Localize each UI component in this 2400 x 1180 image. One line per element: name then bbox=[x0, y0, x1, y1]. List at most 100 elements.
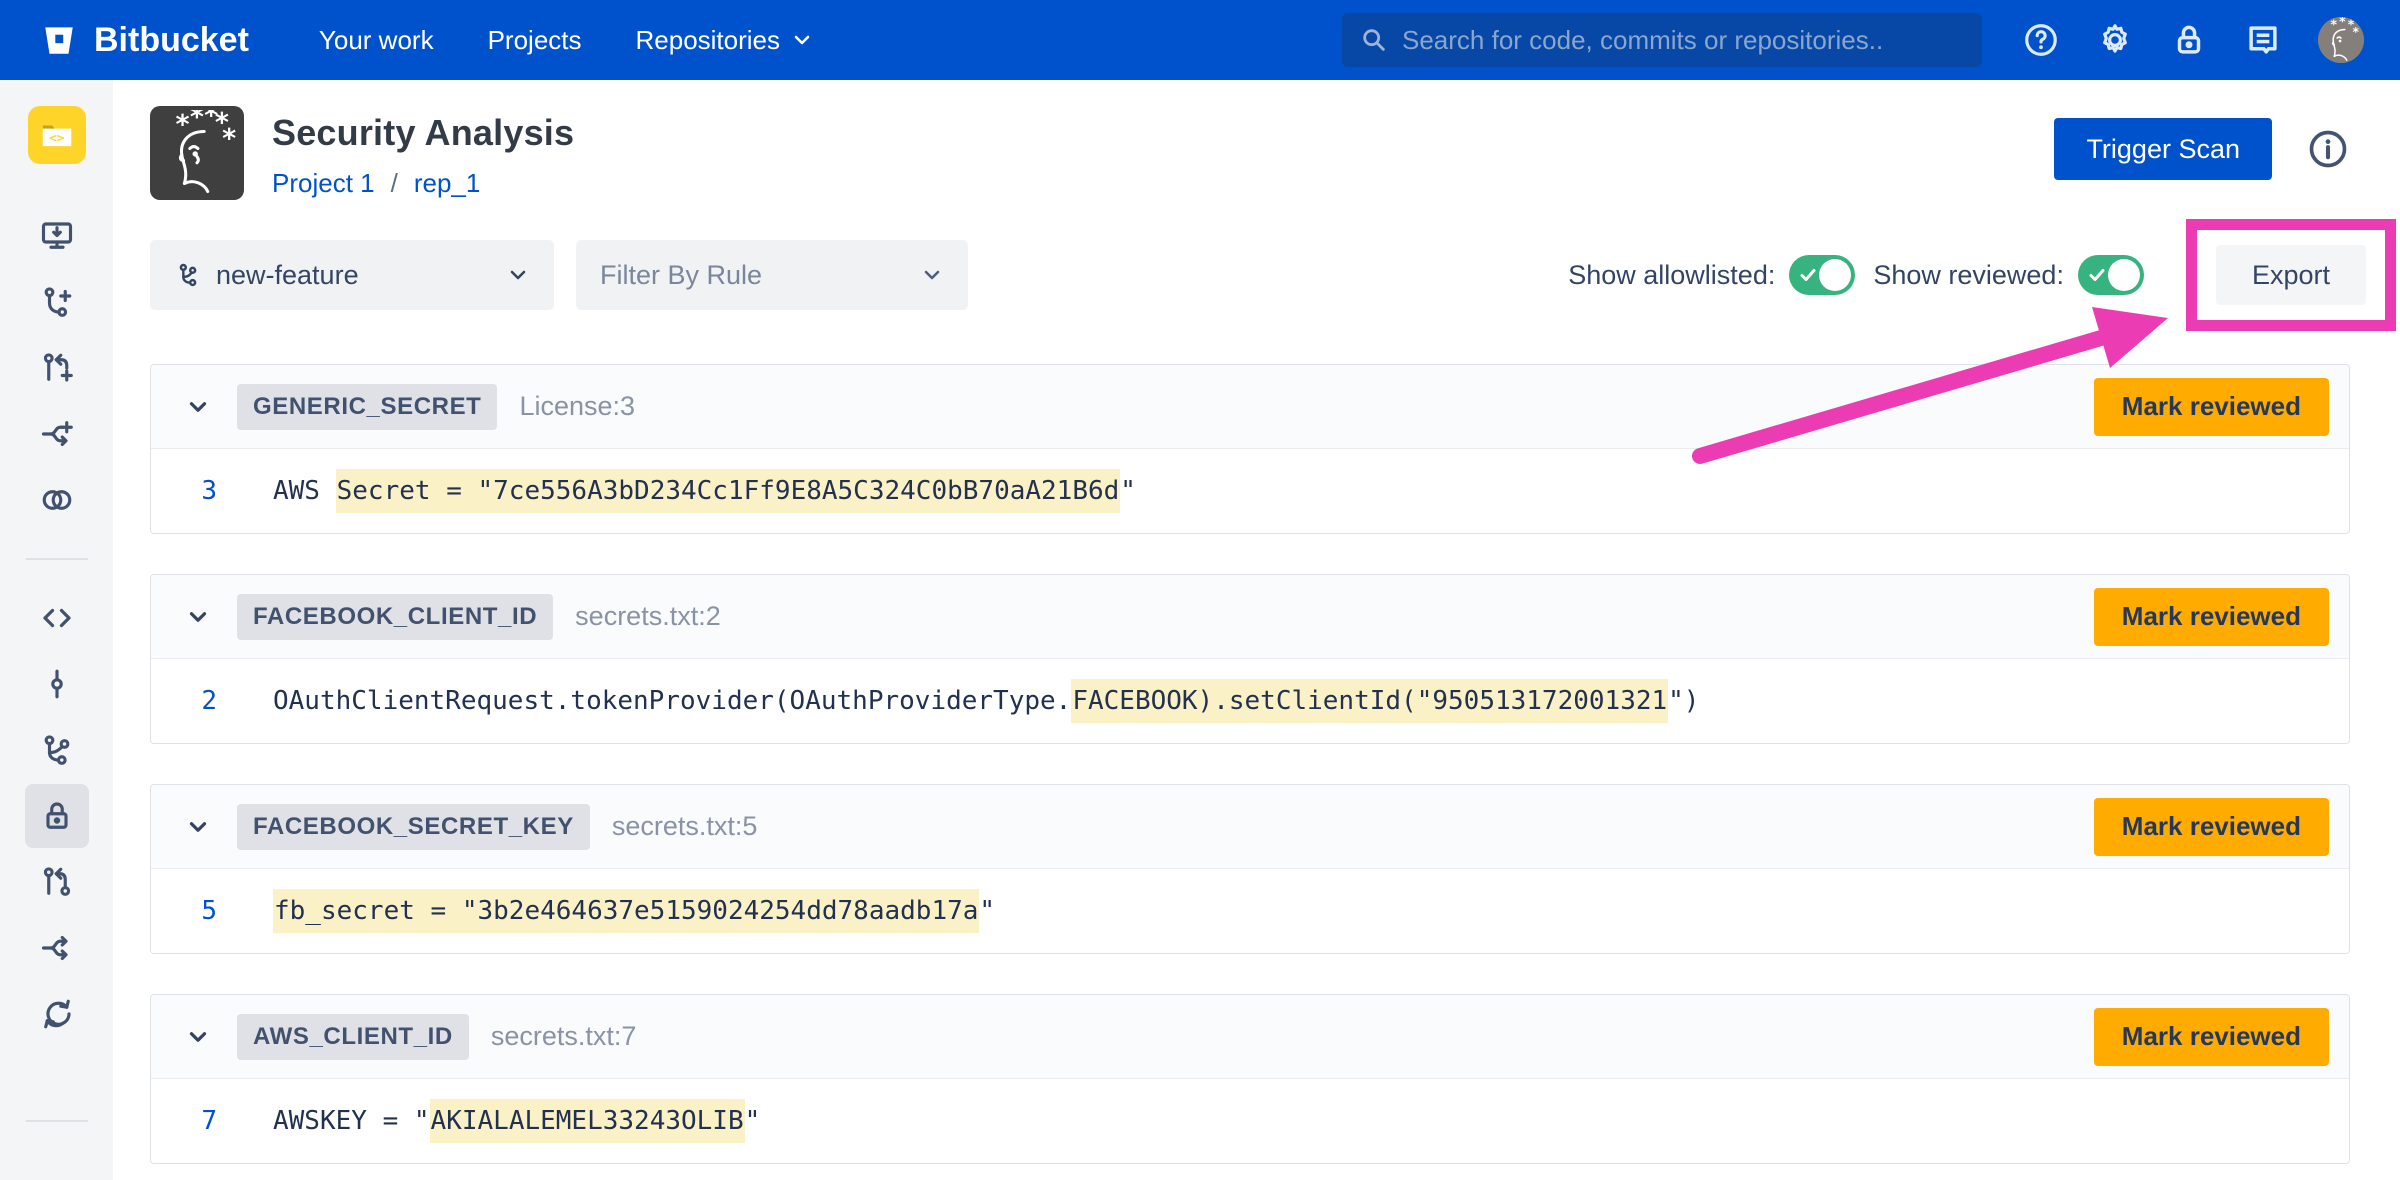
breadcrumb-project-link[interactable]: Project 1 bbox=[272, 168, 375, 199]
branch-selector[interactable]: new-feature bbox=[150, 240, 554, 310]
mark-reviewed-button[interactable]: Mark reviewed bbox=[2094, 378, 2329, 436]
lock-icon[interactable] bbox=[2170, 21, 2208, 59]
main-content: ***** Security Analysis Project 1 / rep_… bbox=[113, 80, 2400, 1180]
branch-selector-value: new-feature bbox=[216, 260, 359, 291]
rule-badge: FACEBOOK_SECRET_KEY bbox=[237, 804, 590, 850]
collapse-chevron-icon[interactable] bbox=[185, 1024, 211, 1050]
code-line: AWS Secret = "7ce556A3bD234Cc1Ff9E8A5C32… bbox=[273, 476, 1136, 506]
secret-highlight: fb_secret = "3b2e464637e5159024254dd78aa… bbox=[273, 889, 979, 933]
finding-code-row: 5 fb_secret = "3b2e464637e5159024254dd78… bbox=[151, 869, 2349, 953]
rule-badge: AWS_CLIENT_ID bbox=[237, 1014, 469, 1060]
rule-filter-placeholder: Filter By Rule bbox=[600, 260, 762, 291]
mark-reviewed-button[interactable]: Mark reviewed bbox=[2094, 798, 2329, 856]
compare-fork-icon[interactable] bbox=[25, 402, 89, 466]
collapse-chevron-icon[interactable] bbox=[185, 814, 211, 840]
show-allowlisted-toggle[interactable] bbox=[1789, 255, 1855, 295]
page-header: ***** Security Analysis Project 1 / rep_… bbox=[150, 106, 2350, 200]
help-icon[interactable] bbox=[2022, 21, 2060, 59]
svg-text:*: * bbox=[176, 110, 190, 140]
line-number: 3 bbox=[151, 476, 217, 506]
breadcrumb-separator: / bbox=[391, 168, 398, 199]
secret-highlight: AKIALALEMEL33243OLIB bbox=[430, 1099, 745, 1143]
toggle-knob bbox=[1819, 259, 1851, 291]
export-highlight-box: Export bbox=[2186, 219, 2396, 331]
code-line: AWSKEY = "AKIALALEMEL33243OLIB" bbox=[273, 1106, 760, 1136]
security-lock-icon[interactable] bbox=[25, 784, 89, 848]
code-line: OAuthClientRequest.tokenProvider(OAuthPr… bbox=[273, 686, 1699, 716]
export-button[interactable]: Export bbox=[2216, 245, 2366, 305]
nav-menu: Your work Projects Repositories bbox=[319, 25, 812, 56]
nav-item-repositories[interactable]: Repositories bbox=[636, 25, 813, 56]
source-code-icon[interactable] bbox=[25, 586, 89, 650]
trigger-scan-button[interactable]: Trigger Scan bbox=[2054, 118, 2272, 180]
finding-header: FACEBOOK_SECRET_KEY secrets.txt:5 Mark r… bbox=[151, 785, 2349, 869]
nav-item-projects[interactable]: Projects bbox=[488, 25, 582, 56]
toggle-group: Show allowlisted: Show reviewed: Export bbox=[1568, 219, 2350, 331]
svg-text:*: * bbox=[2330, 17, 2337, 32]
svg-text:*: * bbox=[2339, 17, 2346, 29]
repo-avatar-folder-code[interactable]: <> bbox=[28, 106, 86, 164]
page-title: Security Analysis bbox=[272, 112, 574, 154]
finding-code-row: 7 AWSKEY = "AKIALALEMEL33243OLIB" bbox=[151, 1079, 2349, 1163]
mirrors-icon[interactable] bbox=[25, 468, 89, 532]
feedback-icon[interactable] bbox=[2244, 21, 2282, 59]
user-avatar[interactable]: **** bbox=[2318, 17, 2364, 63]
forks-icon[interactable] bbox=[25, 916, 89, 980]
project-avatar: ***** bbox=[150, 106, 244, 200]
pull-requests-icon[interactable] bbox=[25, 850, 89, 914]
finding-header: AWS_CLIENT_ID secrets.txt:7 Mark reviewe… bbox=[151, 995, 2349, 1079]
branch-icon bbox=[174, 261, 202, 289]
brand-name: Bitbucket bbox=[94, 21, 249, 60]
mark-reviewed-button[interactable]: Mark reviewed bbox=[2094, 588, 2329, 646]
bitbucket-logo[interactable]: Bitbucket bbox=[40, 21, 249, 60]
check-icon bbox=[1798, 265, 1818, 290]
search-icon bbox=[1360, 26, 1388, 54]
collapse-chevron-icon[interactable] bbox=[185, 604, 211, 630]
top-nav: Bitbucket Your work Projects Repositorie… bbox=[0, 0, 2400, 80]
rule-badge: FACEBOOK_CLIENT_ID bbox=[237, 594, 553, 640]
show-reviewed-label: Show reviewed: bbox=[1873, 260, 2064, 291]
svg-text:*: * bbox=[2353, 24, 2360, 39]
finding-location: License:3 bbox=[519, 391, 635, 422]
repo-sidebar: <> bbox=[0, 80, 113, 1180]
chevron-down-icon bbox=[506, 263, 530, 287]
bitbucket-bucket-icon bbox=[40, 21, 78, 59]
search-input[interactable] bbox=[1402, 25, 1964, 56]
finding-code-row: 2 OAuthClientRequest.tokenProvider(OAuth… bbox=[151, 659, 2349, 743]
finding-card: FACEBOOK_SECRET_KEY secrets.txt:5 Mark r… bbox=[150, 784, 2350, 954]
finding-location: secrets.txt:2 bbox=[575, 601, 721, 632]
global-search bbox=[1342, 13, 1982, 67]
mark-reviewed-button[interactable]: Mark reviewed bbox=[2094, 1008, 2329, 1066]
commits-icon[interactable] bbox=[25, 652, 89, 716]
clone-icon[interactable] bbox=[25, 204, 89, 268]
findings-list: GENERIC_SECRET License:3 Mark reviewed 3… bbox=[150, 364, 2350, 1164]
finding-location: secrets.txt:7 bbox=[491, 1021, 637, 1052]
nav-icons: **** bbox=[2022, 17, 2364, 63]
sidebar-divider bbox=[26, 1120, 88, 1122]
create-branch-icon[interactable] bbox=[25, 270, 89, 334]
rule-filter-dropdown[interactable]: Filter By Rule bbox=[576, 240, 968, 310]
finding-code-row: 3 AWS Secret = "7ce556A3bD234Cc1Ff9E8A5C… bbox=[151, 449, 2349, 533]
info-icon[interactable] bbox=[2306, 127, 2350, 171]
check-icon bbox=[2087, 265, 2107, 290]
nav-item-your-work[interactable]: Your work bbox=[319, 25, 434, 56]
create-pull-request-icon[interactable] bbox=[25, 336, 89, 400]
breadcrumb-repo-link[interactable]: rep_1 bbox=[414, 168, 481, 199]
pipelines-icon[interactable] bbox=[25, 982, 89, 1046]
rule-badge: GENERIC_SECRET bbox=[237, 384, 497, 430]
chevron-down-icon bbox=[920, 263, 944, 287]
line-number: 2 bbox=[151, 686, 217, 716]
collapse-chevron-icon[interactable] bbox=[185, 394, 211, 420]
breadcrumb: Project 1 / rep_1 bbox=[272, 168, 574, 199]
branches-icon[interactable] bbox=[25, 718, 89, 782]
show-reviewed-toggle[interactable] bbox=[2078, 255, 2144, 295]
svg-text:*: * bbox=[190, 110, 204, 133]
show-allowlisted-label: Show allowlisted: bbox=[1568, 260, 1775, 291]
toggle-knob bbox=[2108, 259, 2140, 291]
code-line: fb_secret = "3b2e464637e5159024254dd78aa… bbox=[273, 896, 995, 926]
line-number: 7 bbox=[151, 1106, 217, 1136]
line-number: 5 bbox=[151, 896, 217, 926]
sidebar-divider bbox=[26, 558, 88, 560]
finding-card: FACEBOOK_CLIENT_ID secrets.txt:2 Mark re… bbox=[150, 574, 2350, 744]
settings-gear-icon[interactable] bbox=[2096, 21, 2134, 59]
